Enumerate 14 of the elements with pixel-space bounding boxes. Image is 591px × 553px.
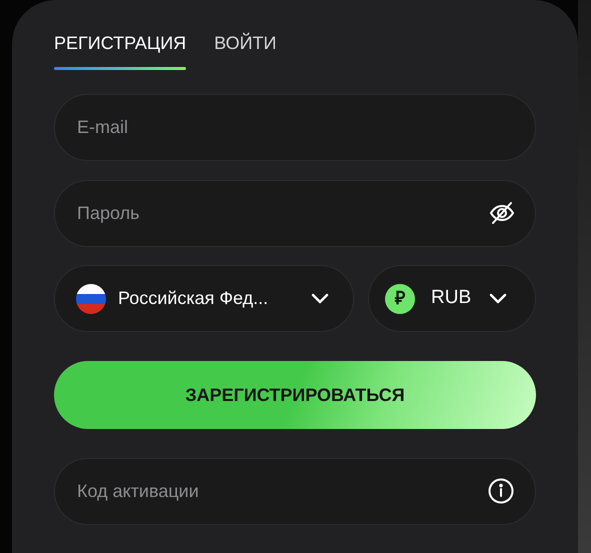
country-select[interactable]: Российская Фед... — [54, 265, 354, 332]
tab[interactable]: РЕГИСТРАЦИЯ — [54, 28, 186, 68]
register-button[interactable]: ЗАРЕГИСТРИРОВАТЬСЯ — [54, 361, 536, 429]
chevron-down-icon — [489, 292, 507, 304]
flag-icon — [76, 284, 106, 314]
email-field[interactable]: E-mail — [54, 94, 536, 161]
activation-code-field[interactable]: Код активации — [54, 458, 536, 525]
eye-hidden-icon[interactable] — [488, 201, 516, 225]
info-icon[interactable] — [488, 478, 514, 504]
tab[interactable]: ВОЙТИ — [214, 28, 276, 68]
password-field[interactable]: Пароль — [54, 180, 536, 247]
chevron-down-icon — [311, 292, 329, 304]
currency-select[interactable]: ₽ RUB — [368, 265, 536, 332]
ruble-icon: ₽ — [385, 284, 415, 314]
